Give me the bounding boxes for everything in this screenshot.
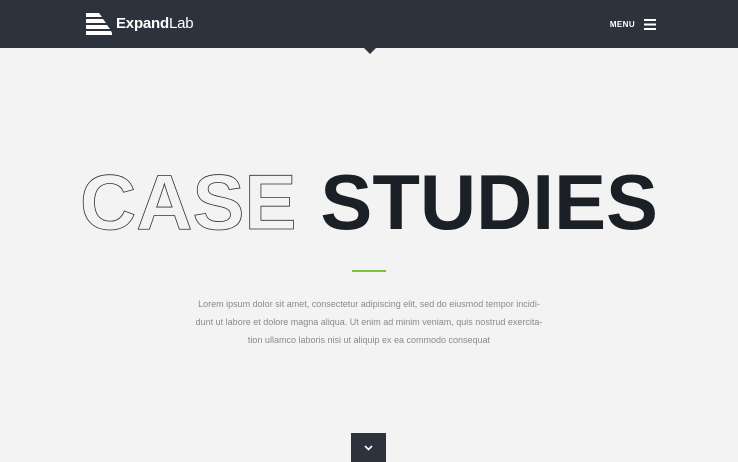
- menu-label: MENU: [609, 19, 635, 29]
- logo-link[interactable]: ExpandLab: [86, 13, 194, 35]
- layered-stripes-logo-icon: [86, 13, 112, 35]
- hero-title-outline: CASE: [80, 158, 296, 246]
- menu-button[interactable]: MENU: [610, 17, 656, 31]
- scroll-down-button[interactable]: [351, 433, 386, 462]
- page: ExpandLab MENU CASE STUDIES Lorem ipsum d…: [0, 0, 738, 462]
- intro-line: Lorem ipsum dolor sit amet, consectetur …: [198, 299, 540, 309]
- chevron-down-icon: [364, 444, 373, 451]
- accent-divider: [352, 270, 386, 272]
- logo-text-light: Lab: [168, 15, 194, 32]
- site-header: ExpandLab MENU: [0, 0, 738, 48]
- hero-title-solid: STUDIES: [320, 158, 658, 246]
- header-notch: [364, 48, 376, 54]
- logo-text: ExpandLab: [116, 13, 194, 35]
- logo-text-bold: Expand: [116, 15, 169, 32]
- hamburger-icon: [644, 18, 656, 30]
- intro-line: dunt ut labore et dolore magna aliqua. U…: [195, 317, 543, 327]
- intro-paragraph: Lorem ipsum dolor sit amet, consectetur …: [180, 295, 558, 349]
- intro-line: tion ullamco laboris nisi ut aliquip ex …: [247, 335, 491, 345]
- hero-title: CASE STUDIES: [0, 158, 738, 248]
- svg-text:CASESTUDIES: CASE STUDIES: [80, 158, 658, 246]
